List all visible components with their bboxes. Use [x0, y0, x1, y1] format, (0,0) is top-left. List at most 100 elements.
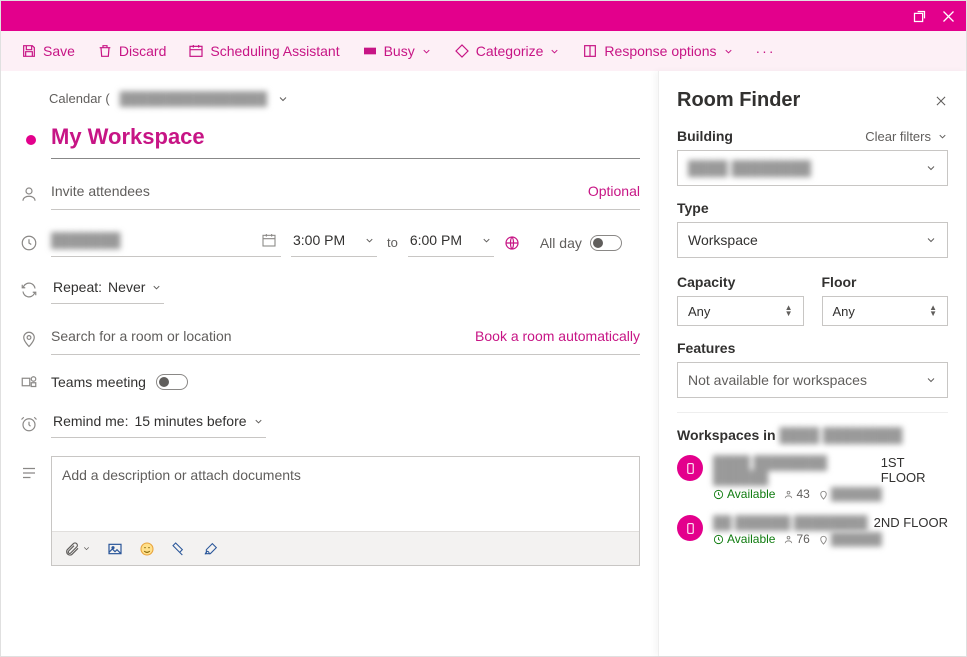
workspace-location: ██████ — [831, 532, 882, 546]
start-time-select[interactable]: 3:00 PM — [291, 228, 377, 257]
workspace-status: Available — [727, 532, 775, 546]
reminder-value: 15 minutes before — [134, 413, 246, 429]
workspace-name: 2ND FLOOR — [874, 515, 948, 530]
repeat-select[interactable]: Repeat: Never — [51, 275, 164, 304]
workspace-capacity: 43 — [796, 487, 809, 501]
close-window-icon[interactable] — [941, 9, 956, 24]
reminder-select[interactable]: Remind me: 15 minutes before — [51, 409, 266, 438]
features-select[interactable]: Not available for workspaces — [677, 362, 948, 398]
save-label: Save — [43, 43, 75, 59]
people-icon: 43 — [783, 487, 809, 501]
start-time-value: 3:00 PM — [293, 232, 345, 248]
spinner-icon: ▲▼ — [929, 305, 937, 317]
building-value: ████ ████████ — [688, 160, 811, 176]
categorize-dropdown[interactable]: Categorize — [454, 43, 561, 59]
save-button[interactable]: Save — [21, 43, 75, 59]
pin-icon: ██████ — [818, 487, 882, 501]
description-toolbar — [52, 531, 639, 565]
floor-select[interactable]: Any ▲▼ — [822, 296, 949, 326]
room-finder-title: Room Finder — [677, 89, 800, 112]
workspace-capacity: 76 — [796, 532, 809, 546]
features-value: Not available for workspaces — [688, 372, 867, 388]
type-value: Workspace — [688, 232, 758, 248]
timezone-icon[interactable] — [504, 235, 520, 251]
workspace-name-hidden: ██ ██████ ████████ — [713, 515, 868, 530]
workspace-badge-icon — [677, 455, 703, 481]
breadcrumb-text: Calendar ( — [49, 91, 110, 106]
response-label: Response options — [604, 43, 716, 59]
calendar-picker[interactable]: Calendar ( ████████████████ — [49, 91, 640, 106]
time-to-label: to — [387, 235, 398, 250]
teams-icon — [20, 373, 38, 391]
reminder-prefix: Remind me: — [53, 413, 128, 429]
capacity-input[interactable]: Any ▲▼ — [677, 296, 804, 326]
more-actions-button[interactable]: ··· — [756, 43, 776, 59]
person-icon — [20, 185, 38, 203]
categorize-label: Categorize — [476, 43, 544, 59]
scheduling-assistant-button[interactable]: Scheduling Assistant — [188, 43, 339, 59]
end-time-value: 6:00 PM — [410, 232, 462, 248]
command-toolbar: Save Discard Scheduling Assistant Busy C… — [1, 31, 966, 71]
discard-label: Discard — [119, 43, 166, 59]
workspace-status: Available — [727, 487, 775, 501]
description-input[interactable]: Add a description or attach documents — [52, 457, 639, 531]
repeat-value: Never — [108, 279, 145, 295]
description-icon — [20, 464, 38, 482]
window-titlebar — [1, 1, 966, 31]
room-finder-panel: Room Finder Building Clear filters ████ … — [658, 71, 966, 656]
reminder-icon — [20, 415, 38, 433]
type-select[interactable]: Workspace — [677, 222, 948, 258]
emoji-icon[interactable] — [139, 541, 155, 557]
date-value: ███████ — [51, 232, 120, 248]
workspace-location: ██████ — [831, 487, 882, 501]
calendar-icon — [261, 232, 277, 248]
attendees-input[interactable]: Invite attendees — [51, 183, 150, 199]
response-options-dropdown[interactable]: Response options — [582, 43, 733, 59]
description-box: Add a description or attach documents — [51, 456, 640, 566]
features-label: Features — [677, 340, 735, 356]
allday-label: All day — [540, 235, 582, 251]
workspace-list-header: Workspaces in ████ ████████ — [677, 427, 948, 443]
capacity-value: Any — [688, 304, 710, 319]
workspace-badge-icon — [677, 515, 703, 541]
floor-value: Any — [833, 304, 855, 319]
clock-icon — [20, 234, 38, 252]
workspace-item[interactable]: ██ ██████ ████████ 2ND FLOOR Available 7… — [677, 515, 948, 546]
scheduling-label: Scheduling Assistant — [210, 43, 339, 59]
meeting-form: Calendar ( ████████████████ In — [1, 71, 658, 656]
signature-icon[interactable] — [203, 541, 219, 557]
clear-filters-button[interactable]: Clear filters — [865, 129, 948, 144]
auto-book-link[interactable]: Book a room automatically — [475, 328, 640, 344]
discard-button[interactable]: Discard — [97, 43, 166, 59]
location-icon — [20, 330, 38, 348]
teams-toggle[interactable] — [156, 374, 188, 390]
capacity-label: Capacity — [677, 274, 735, 290]
insert-image-icon[interactable] — [107, 541, 123, 557]
building-select[interactable]: ████ ████████ — [677, 150, 948, 186]
repeat-prefix: Repeat: — [53, 279, 102, 295]
title-input[interactable] — [51, 120, 640, 158]
repeat-icon — [20, 281, 38, 299]
allday-toggle[interactable] — [590, 235, 622, 251]
location-input[interactable]: Search for a room or location — [51, 328, 232, 344]
busy-dropdown[interactable]: Busy — [362, 43, 432, 59]
teams-label: Teams meeting — [51, 374, 146, 390]
people-icon: 76 — [783, 532, 809, 546]
attach-icon[interactable] — [64, 541, 91, 557]
workspace-name: 1ST FLOOR — [881, 455, 948, 485]
breadcrumb-account: ████████████████ — [120, 91, 267, 106]
building-label: Building — [677, 128, 733, 144]
type-label: Type — [677, 200, 709, 216]
close-panel-icon[interactable] — [934, 94, 948, 108]
popout-icon[interactable] — [912, 9, 927, 24]
date-input[interactable]: ███████ — [51, 228, 281, 257]
workspace-name-hidden: ████ ████████ ██████ — [713, 455, 875, 485]
workspace-item[interactable]: ████ ████████ ██████ 1ST FLOOR Available… — [677, 455, 948, 501]
format-painter-icon[interactable] — [171, 541, 187, 557]
optional-attendees-button[interactable]: Optional — [588, 183, 640, 199]
busy-label: Busy — [384, 43, 415, 59]
spinner-icon: ▲▼ — [785, 305, 793, 317]
end-time-select[interactable]: 6:00 PM — [408, 228, 494, 257]
floor-label: Floor — [822, 274, 857, 290]
pin-icon: ██████ — [818, 532, 882, 546]
